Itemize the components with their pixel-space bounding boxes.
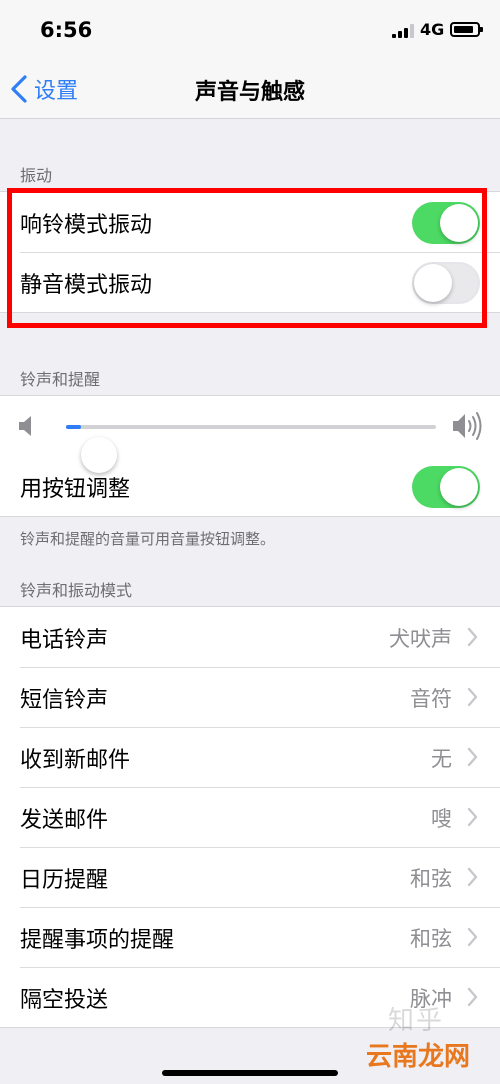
status-bar: 6:56 4G xyxy=(0,0,500,60)
chevron-right-icon xyxy=(467,687,478,707)
text-tone-value: 音符 xyxy=(410,687,452,711)
battery-icon xyxy=(450,22,483,37)
calendar-alerts-value: 和弦 xyxy=(410,867,452,891)
status-time: 6:56 xyxy=(40,18,93,42)
button-adjust-label: 用按钮调整 xyxy=(20,477,131,502)
chevron-right-icon xyxy=(467,807,478,827)
section-header-patterns: 铃声和振动模式 xyxy=(20,581,133,600)
chevron-right-icon xyxy=(467,627,478,647)
ringtone-row[interactable]: 电话铃声 犬吠声 xyxy=(0,607,500,667)
volume-slider-fill xyxy=(66,425,81,429)
navigation-bar: 设置 声音与触感 xyxy=(0,60,500,119)
button-adjust-row: 用按钮调整 xyxy=(0,456,500,516)
ringer-footer-note: 铃声和提醒的音量可用音量按钮调整。 xyxy=(20,530,276,548)
sent-mail-label: 发送邮件 xyxy=(20,808,109,833)
chevron-right-icon xyxy=(467,927,478,947)
watermark-site-text: 云南龙网 xyxy=(366,1042,471,1072)
highlight-annotation-box xyxy=(7,188,487,328)
reminder-alerts-row[interactable]: 提醒事项的提醒 和弦 xyxy=(0,907,500,967)
section-header-ringer: 铃声和提醒 xyxy=(20,370,101,389)
sent-mail-value: 嗖 xyxy=(431,807,452,831)
speaker-high-icon xyxy=(453,412,482,440)
home-indicator xyxy=(162,1070,338,1076)
airdrop-label: 隔空投送 xyxy=(20,988,109,1013)
chevron-right-icon xyxy=(467,867,478,887)
cellular-signal-icon xyxy=(392,24,414,38)
new-mail-label: 收到新邮件 xyxy=(20,748,131,773)
button-adjust-toggle[interactable] xyxy=(412,466,480,508)
watermark-site: 云南龙网 xyxy=(366,1036,470,1073)
calendar-alerts-label: 日历提醒 xyxy=(20,868,109,893)
ringtone-value: 犬吠声 xyxy=(389,627,452,651)
volume-slider[interactable] xyxy=(66,425,436,473)
ringtone-label: 电话铃声 xyxy=(20,628,109,653)
ringer-group: 用按钮调整 xyxy=(0,395,500,517)
new-mail-value: 无 xyxy=(431,747,452,771)
network-type: 4G xyxy=(420,20,445,39)
volume-slider-row xyxy=(0,396,500,473)
page-title: 声音与触感 xyxy=(194,80,305,105)
chevron-right-icon xyxy=(467,747,478,767)
new-mail-row[interactable]: 收到新邮件 无 xyxy=(0,727,500,787)
text-tone-row[interactable]: 短信铃声 音符 xyxy=(0,667,500,727)
text-tone-label: 短信铃声 xyxy=(20,688,109,713)
watermark-zhihu: 知乎 xyxy=(388,1006,445,1036)
chevron-right-icon xyxy=(467,987,478,1007)
reminder-alerts-label: 提醒事项的提醒 xyxy=(20,928,175,953)
section-header-vibration: 振动 xyxy=(20,166,53,185)
speaker-low-icon xyxy=(19,416,31,436)
calendar-alerts-row[interactable]: 日历提醒 和弦 xyxy=(0,847,500,907)
patterns-group: 电话铃声 犬吠声 短信铃声 音符 收到新邮件 无 发送邮件 嗖 日历提醒 和弦 … xyxy=(0,606,500,1028)
sent-mail-row[interactable]: 发送邮件 嗖 xyxy=(0,787,500,847)
reminder-alerts-value: 和弦 xyxy=(410,927,452,951)
